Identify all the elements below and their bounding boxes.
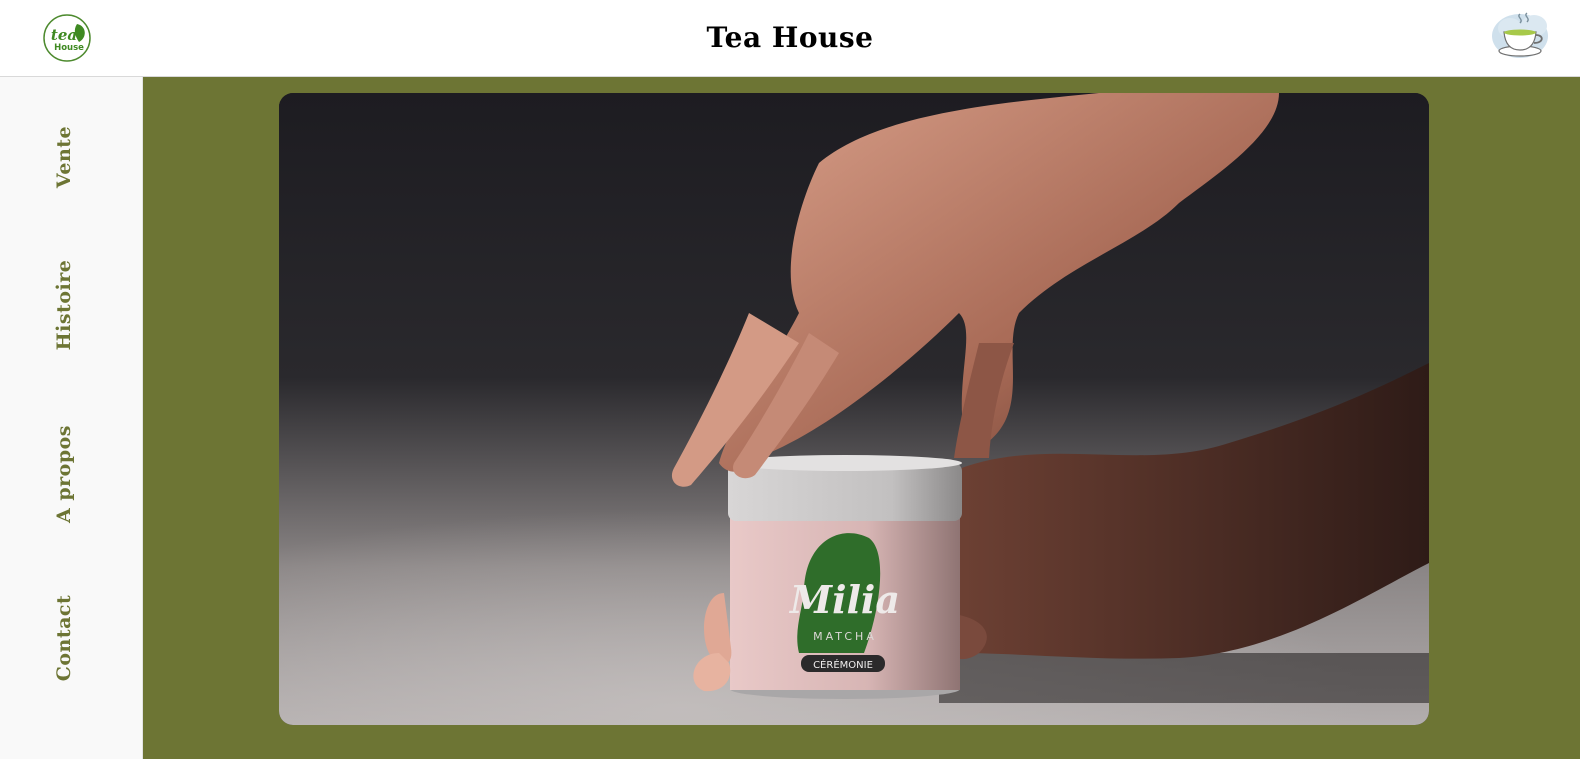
tea-cup-icon xyxy=(1492,12,1548,58)
jar-brand-text: Milia xyxy=(788,577,900,622)
sidebar-item-label[interactable]: Histoire xyxy=(53,260,75,351)
sidebar-item-label[interactable]: Vente xyxy=(53,126,75,188)
sidebar-nav: Vente Histoire A propos Contact xyxy=(0,77,143,759)
jar-label-text: CÉRÉMONIE xyxy=(813,658,873,671)
jar-sub-text: MATCHA xyxy=(813,630,877,643)
sidebar-item-label[interactable]: Contact xyxy=(53,595,75,682)
sidebar-item-label[interactable]: A propos xyxy=(53,425,75,523)
site-header: tea House Tea House xyxy=(0,0,1580,77)
hero-photo-matcha: Milia MATCHA CÉRÉMONIE xyxy=(279,93,1429,725)
main-content: Milia MATCHA CÉRÉMONIE xyxy=(143,77,1580,759)
hero-image: Milia MATCHA CÉRÉMONIE xyxy=(279,93,1429,725)
site-title: Tea House xyxy=(706,21,874,54)
